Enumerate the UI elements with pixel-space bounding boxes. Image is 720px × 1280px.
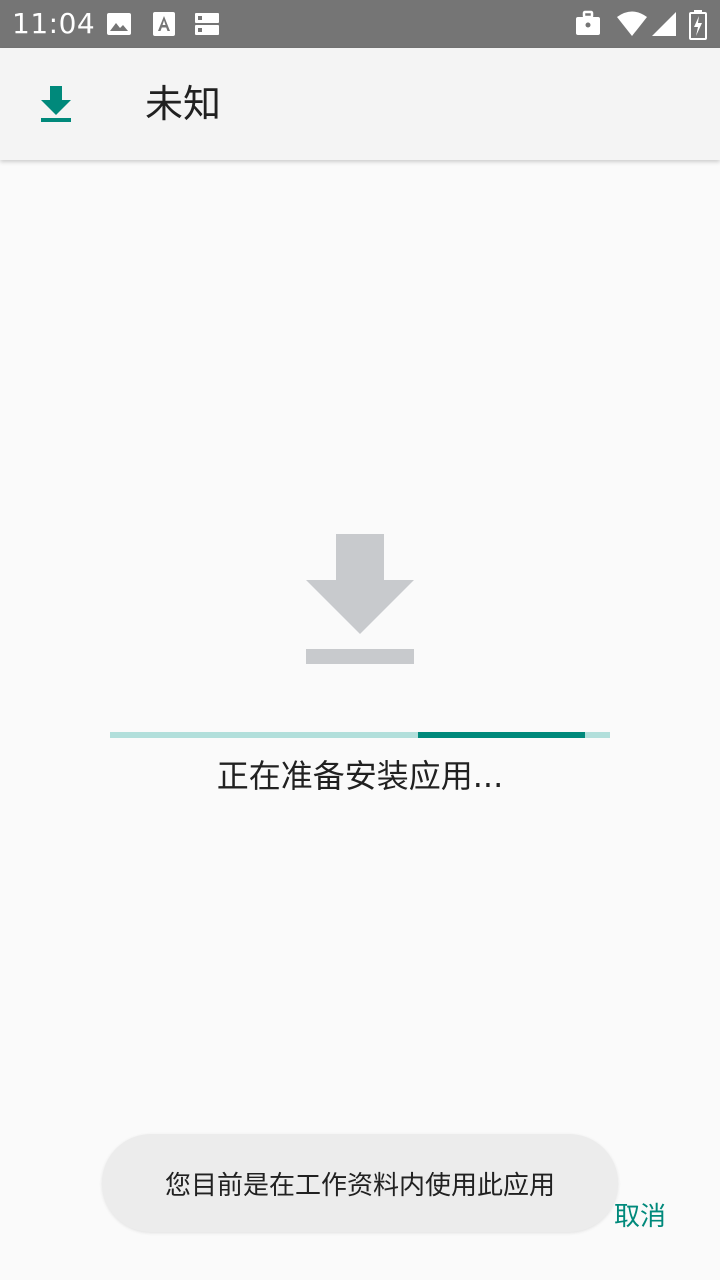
work-profile-icon [576, 10, 600, 35]
storage-icon [195, 13, 219, 35]
work-profile-toast: 您目前是在工作资料内使用此应用 [102, 1134, 618, 1232]
status-time: 11:04 [12, 7, 96, 40]
installer-screen: 11:04 未知 正在准备安装应用... 您目前是在工作资料内使用此应用 取消 [0, 0, 720, 1280]
cancel-button[interactable]: 取消 [604, 1196, 676, 1238]
status-bar: 11:04 [0, 0, 720, 48]
install-progress-fill [418, 732, 585, 738]
download-illustration-icon [306, 534, 414, 664]
battery-icon [689, 10, 707, 40]
font-download-icon [153, 12, 175, 36]
toast-text: 您目前是在工作资料内使用此应用 [164, 1170, 555, 1201]
download-icon [41, 86, 71, 122]
image-icon [107, 13, 131, 35]
preparing-install-message: 正在准备安装应用... [216, 757, 504, 795]
wifi-icon [617, 11, 647, 36]
install-progress-bar [110, 732, 610, 738]
app-title: 未知 [145, 82, 222, 126]
signal-icon [652, 12, 676, 36]
app-bar: 未知 [0, 48, 720, 160]
